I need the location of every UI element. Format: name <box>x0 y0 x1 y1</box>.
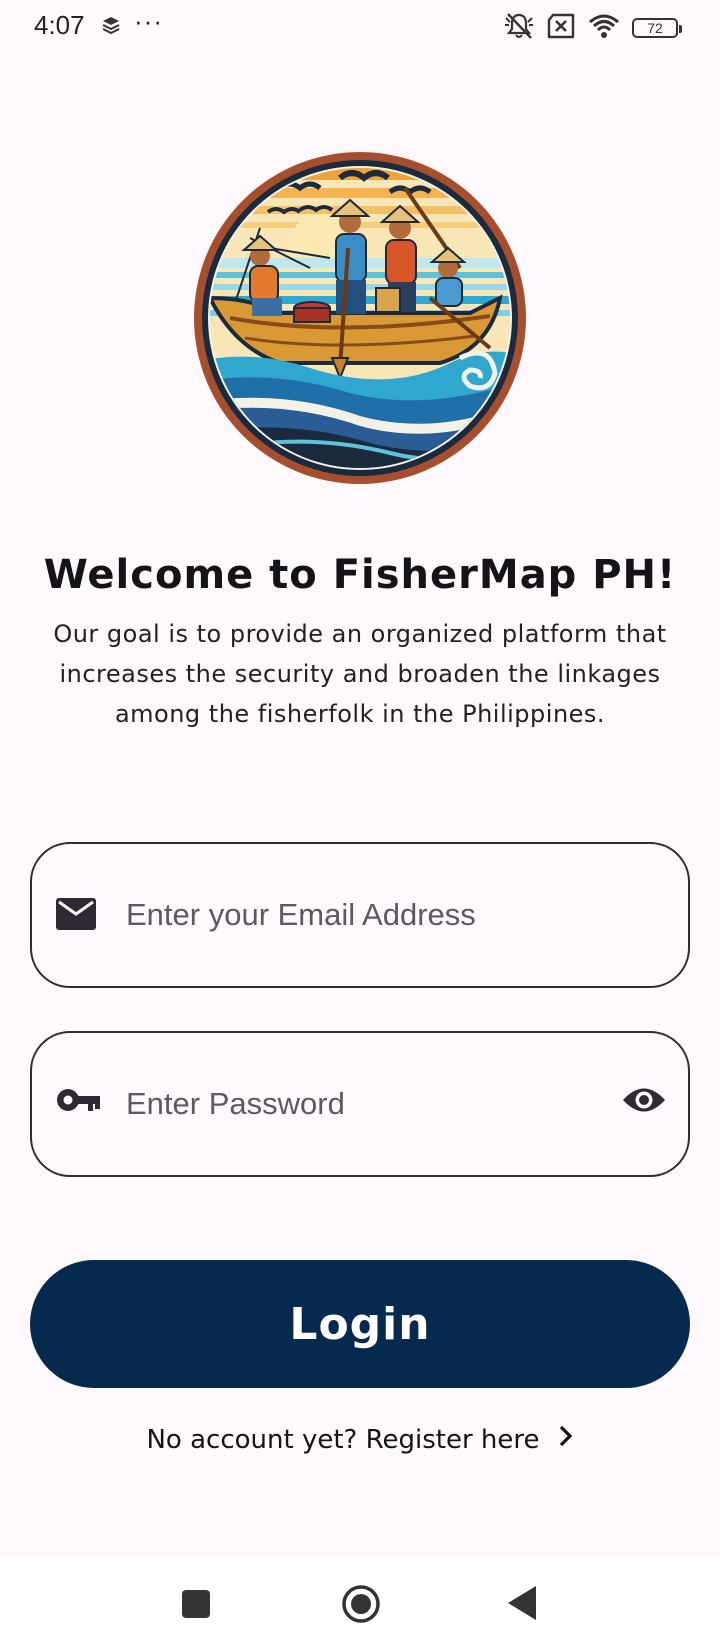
status-bar: 4:07 ··· 72 <box>0 0 720 54</box>
register-link[interactable]: No account yet? Register here <box>0 1424 720 1455</box>
login-button[interactable]: Login <box>30 1260 690 1388</box>
status-time: 4:07 <box>34 10 85 40</box>
more-notifications-icon: ··· <box>134 6 163 36</box>
battery-icon: 72 <box>632 18 682 38</box>
mute-icon <box>504 12 534 44</box>
email-input[interactable] <box>126 882 586 948</box>
home-circle-icon[interactable] <box>341 1584 381 1628</box>
fishermap-logo <box>190 148 530 488</box>
mail-icon <box>56 898 96 934</box>
no-sim-icon <box>546 13 576 43</box>
chevron-right-icon <box>558 1424 574 1455</box>
welcome-description: Our goal is to provide an organized plat… <box>53 620 667 728</box>
wifi-icon <box>588 13 620 43</box>
password-input[interactable] <box>126 1071 586 1137</box>
recents-square-icon[interactable] <box>182 1590 210 1622</box>
password-field[interactable] <box>30 1031 690 1177</box>
welcome-title: Welcome to FisherMap PH! <box>43 552 677 598</box>
register-label: No account yet? Register here <box>146 1424 540 1455</box>
back-triangle-icon[interactable] <box>508 1586 536 1624</box>
system-nav-bar <box>0 1556 720 1650</box>
eye-icon[interactable] <box>622 1085 666 1119</box>
email-field[interactable] <box>30 842 690 988</box>
layers-icon <box>102 16 120 38</box>
key-icon <box>56 1087 100 1117</box>
status-icons: 72 <box>504 12 682 44</box>
